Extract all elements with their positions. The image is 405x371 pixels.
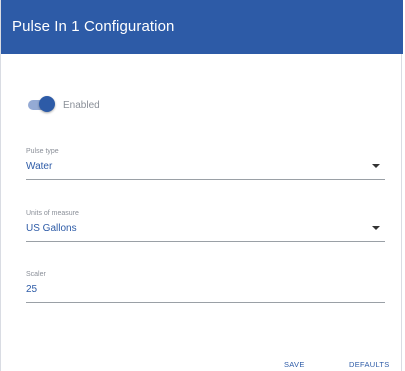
scaler-value[interactable]: 25 (26, 284, 37, 295)
units-value: US Gallons (26, 223, 77, 234)
pulse-type-label: Pulse type (26, 148, 59, 155)
save-button[interactable]: SAVE (284, 360, 305, 369)
enabled-toggle-row: Enabled (28, 96, 100, 114)
scaler-label: Scaler (26, 271, 46, 278)
configuration-dialog: Pulse In 1 Configuration Enabled Pulse t… (0, 0, 403, 371)
defaults-button[interactable]: DEFAULTS (349, 360, 390, 369)
dialog-header: Pulse In 1 Configuration (1, 0, 403, 54)
field-underline (26, 179, 385, 180)
dropdown-arrow-icon[interactable] (372, 226, 380, 230)
toggle-thumb (39, 96, 55, 112)
field-underline (26, 241, 385, 242)
dropdown-arrow-icon[interactable] (372, 164, 380, 168)
pulse-type-value: Water (26, 161, 53, 172)
field-underline (26, 302, 385, 303)
units-label: Units of measure (26, 210, 79, 217)
dialog-title: Pulse In 1 Configuration (12, 18, 175, 35)
enabled-toggle[interactable] (28, 96, 55, 114)
enabled-label: Enabled (63, 99, 100, 111)
